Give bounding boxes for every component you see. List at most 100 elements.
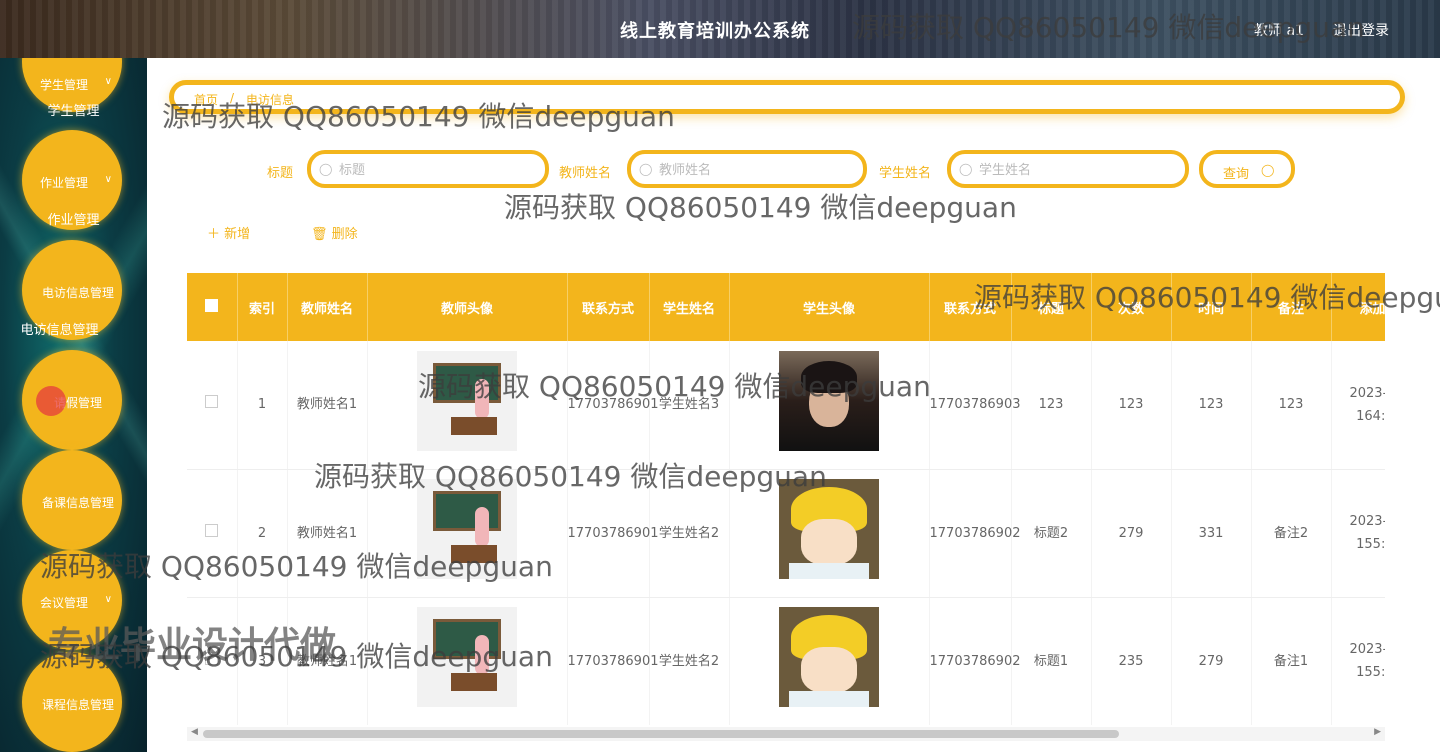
student-contact-cell: 17703786902	[929, 597, 1020, 725]
data-table: 索引 教师姓名 教师头像 联系方式 学生姓名 学生头像 联系方式 标题 次数 时…	[187, 273, 1385, 725]
time-cell: 123	[1171, 341, 1252, 470]
teacher-name-search-input[interactable]	[659, 160, 839, 180]
user-role: 教师 a1	[1254, 23, 1304, 39]
column-header: 学生姓名	[649, 273, 730, 341]
added-time-cell: 2023--22 164:26	[1331, 341, 1385, 470]
sidebar-item-label: 电访信息管理	[41, 286, 114, 300]
teacher-name-cell: 教师姓名1	[287, 469, 368, 598]
teacher-avatar	[417, 479, 517, 579]
teacher-name-search-field[interactable]: ◯	[627, 150, 867, 188]
table-row[interactable]: 3 教师姓名1 17703786901 学生姓名2 17703786902 标题…	[187, 597, 1385, 725]
main-content: 首页 / 电访信息 标题 ◯ 教师姓名 ◯ 学生姓名 ◯ 查询 ◯ ＋ 新增 🗑…	[147, 58, 1440, 752]
sidebar-item-label: 作业管理	[39, 176, 88, 190]
sidebar-item-meeting-management[interactable]: 会议管理 ∨	[22, 550, 122, 650]
count-cell: 279	[1091, 469, 1172, 598]
student-avatar-cell	[729, 597, 930, 725]
chevron-down-icon: ∨	[104, 174, 112, 185]
student-name-search-input[interactable]	[979, 160, 1159, 180]
title-search-field[interactable]: ◯	[307, 150, 549, 188]
student-name-cell: 学生姓名2	[649, 469, 730, 598]
teacher-name-cell: 教师姓名1	[287, 597, 368, 725]
added-time-cell: 2023--22 155:21	[1331, 597, 1385, 725]
teacher-contact-cell: 17703786901	[567, 341, 658, 470]
row-select-cell[interactable]	[187, 341, 238, 470]
column-header: 时间	[1171, 273, 1252, 341]
column-header: 联系方式	[929, 273, 1012, 341]
count-cell: 123	[1091, 341, 1172, 470]
sidebar-subitem-phone-visit-management[interactable]: 电访信息管理	[0, 319, 133, 338]
scrollbar-thumb[interactable]	[203, 730, 1119, 738]
index-cell: 3	[237, 597, 288, 725]
index-cell: 1	[237, 341, 288, 470]
delete-button[interactable]: 🗑 删除	[311, 223, 358, 242]
title-search-input[interactable]	[339, 160, 519, 180]
note-cell: 备注2	[1251, 469, 1332, 598]
search-icon: ◯	[639, 162, 653, 176]
select-all-cell[interactable]	[187, 273, 238, 341]
column-header: 教师姓名	[287, 273, 368, 341]
student-avatar	[779, 607, 879, 707]
search-icon: ◯	[1261, 163, 1275, 177]
sidebar-subitem-homework-management[interactable]: 作业管理	[0, 209, 147, 228]
teacher-contact-cell: 17703786901	[567, 597, 658, 725]
breadcrumb: 首页 / 电访信息	[169, 80, 1405, 114]
row-select-cell[interactable]	[187, 597, 238, 725]
top-bar: 线上教育培训办公系统 教师 a1 退出登录	[0, 0, 1440, 58]
teacher-avatar	[417, 607, 517, 707]
select-all-checkbox[interactable]	[205, 298, 219, 312]
teacher-name-search-label: 教师姓名	[559, 166, 612, 181]
column-header: 添加时	[1331, 273, 1385, 341]
column-header: 学生头像	[729, 273, 930, 341]
query-button-label: 查询	[1223, 167, 1250, 182]
scroll-left-icon[interactable]: ◀	[191, 727, 198, 737]
student-contact-cell: 17703786903	[929, 341, 1020, 470]
student-avatar-cell	[729, 341, 930, 470]
student-contact-cell: 17703786902	[929, 469, 1020, 598]
teacher-avatar	[417, 350, 517, 451]
student-name-search-field[interactable]: ◯	[947, 150, 1189, 188]
table-row[interactable]: 2 教师姓名1 17703786901 学生姓名2 17703786902 标题…	[187, 469, 1385, 598]
delete-button-label: 删除	[331, 227, 358, 242]
added-time-cell: 2023--22 155:21	[1331, 469, 1385, 598]
title-cell: 标题2	[1011, 469, 1092, 598]
teacher-name-cell: 教师姓名1	[287, 341, 368, 470]
breadcrumb-home[interactable]: 首页	[194, 91, 218, 108]
teacher-contact-cell: 17703786901	[567, 469, 658, 598]
query-button[interactable]: 查询 ◯	[1199, 150, 1295, 188]
student-avatar	[779, 479, 879, 579]
row-select-cell[interactable]	[187, 469, 238, 598]
sidebar-item-label: 课程信息管理	[41, 698, 114, 712]
sidebar-item-label: 会议管理	[39, 596, 88, 610]
cursor-indicator	[36, 386, 66, 416]
teacher-avatar-cell	[367, 597, 568, 725]
chevron-down-icon: ∨	[104, 594, 112, 605]
title-search-label: 标题	[267, 166, 294, 181]
title-cell: 123	[1011, 341, 1092, 470]
row-checkbox[interactable]	[205, 523, 219, 537]
index-cell: 2	[237, 469, 288, 598]
search-icon: ◯	[959, 162, 973, 176]
time-cell: 279	[1171, 597, 1252, 725]
time-cell: 331	[1171, 469, 1252, 598]
search-icon: ◯	[319, 162, 333, 176]
trash-icon: 🗑	[311, 227, 328, 242]
table-row[interactable]: 1 教师姓名1 17703786901 学生姓名3 17703786903 12…	[187, 341, 1385, 470]
column-header: 次数	[1091, 273, 1172, 341]
horizontal-scrollbar[interactable]: ◀ ▶	[187, 727, 1385, 741]
row-checkbox[interactable]	[205, 651, 219, 665]
add-button-label: 新增	[224, 227, 251, 242]
teacher-avatar-cell	[367, 469, 568, 598]
scroll-right-icon[interactable]: ▶	[1374, 727, 1381, 737]
title-cell: 标题1	[1011, 597, 1092, 725]
row-checkbox[interactable]	[205, 395, 219, 409]
plus-icon: ＋	[207, 227, 221, 242]
logout-link[interactable]: 退出登录	[1333, 20, 1389, 40]
sidebar-item-label: 备课信息管理	[41, 496, 114, 510]
column-header: 索引	[237, 273, 288, 341]
sidebar-item-course-management[interactable]: 课程信息管理	[22, 652, 122, 752]
student-name-search-label: 学生姓名	[879, 166, 932, 181]
student-name-cell: 学生姓名2	[649, 597, 730, 725]
sidebar-subitem-student-management[interactable]: 学生管理	[0, 100, 147, 119]
sidebar-item-lesson-prep-management[interactable]: 备课信息管理	[22, 450, 122, 550]
add-button[interactable]: ＋ 新增	[207, 223, 250, 242]
